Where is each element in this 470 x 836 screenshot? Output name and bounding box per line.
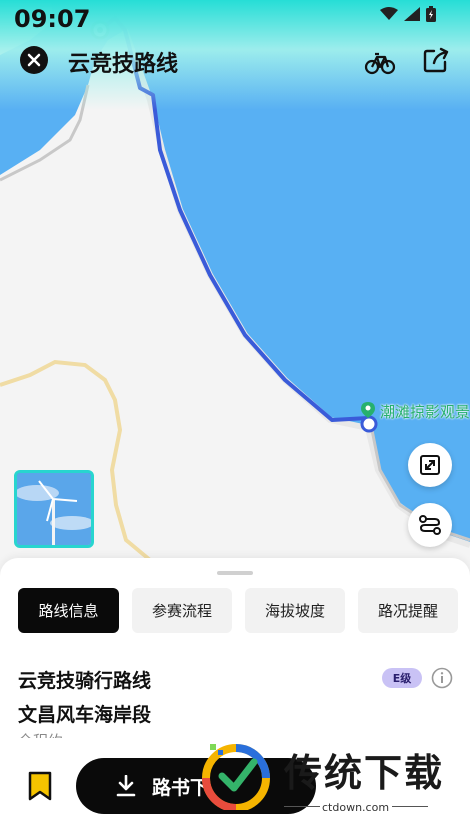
route-distance-text: 全程约 bbox=[18, 730, 63, 738]
route-name: 云竞技骑行路线 bbox=[18, 670, 152, 692]
status-bar: 09:07 bbox=[0, 0, 470, 36]
info-icon[interactable] bbox=[431, 667, 453, 689]
grade-badge: E级 bbox=[382, 668, 422, 688]
status-time: 09:07 bbox=[14, 5, 91, 33]
watermark-rule-right bbox=[392, 806, 428, 807]
watermark-domain: ctdown.com bbox=[322, 801, 390, 814]
fullscreen-button[interactable] bbox=[408, 443, 452, 487]
tab-elevation[interactable]: 海拔坡度 bbox=[245, 588, 345, 633]
photo-thumbnail[interactable] bbox=[14, 470, 94, 548]
drag-handle[interactable] bbox=[217, 571, 253, 575]
nav-bar: 云竞技路线 bbox=[0, 40, 470, 84]
share-button[interactable] bbox=[420, 44, 452, 76]
watermark-text: 传统下载 bbox=[284, 751, 445, 795]
tab-route-info[interactable]: 路线信息 bbox=[18, 588, 119, 633]
signal-icon bbox=[404, 7, 420, 21]
battery-icon bbox=[426, 6, 436, 22]
tab-road-alerts[interactable]: 路况提醒 bbox=[358, 588, 458, 633]
watermark: 传统下载 ctdown.com bbox=[196, 740, 466, 816]
route-icon bbox=[419, 515, 441, 535]
bicycle-icon bbox=[364, 52, 396, 75]
page-title: 云竞技路线 bbox=[68, 52, 179, 77]
tab-bar: 路线信息 参赛流程 海拔坡度 路况提醒 bbox=[18, 588, 458, 633]
wifi-icon bbox=[380, 7, 398, 20]
bookmark-icon[interactable] bbox=[26, 771, 54, 801]
close-button[interactable] bbox=[20, 46, 48, 74]
poi-label[interactable]: 潮滩掠影观景 bbox=[380, 401, 470, 422]
poi-pin-icon bbox=[361, 402, 375, 418]
bike-button[interactable] bbox=[364, 46, 396, 78]
status-icons bbox=[380, 6, 436, 22]
watermark-rule-left bbox=[284, 806, 320, 807]
wind-turbine-photo bbox=[17, 473, 91, 545]
tab-race-process[interactable]: 参赛流程 bbox=[132, 588, 232, 633]
expand-icon bbox=[420, 455, 440, 475]
download-icon bbox=[116, 775, 136, 797]
route-subtitle: 文昌风车海岸段 bbox=[18, 704, 152, 726]
route-toggle-button[interactable] bbox=[408, 503, 452, 547]
share-icon bbox=[423, 47, 449, 73]
close-icon bbox=[27, 53, 41, 67]
watermark-logo-icon bbox=[202, 744, 270, 812]
